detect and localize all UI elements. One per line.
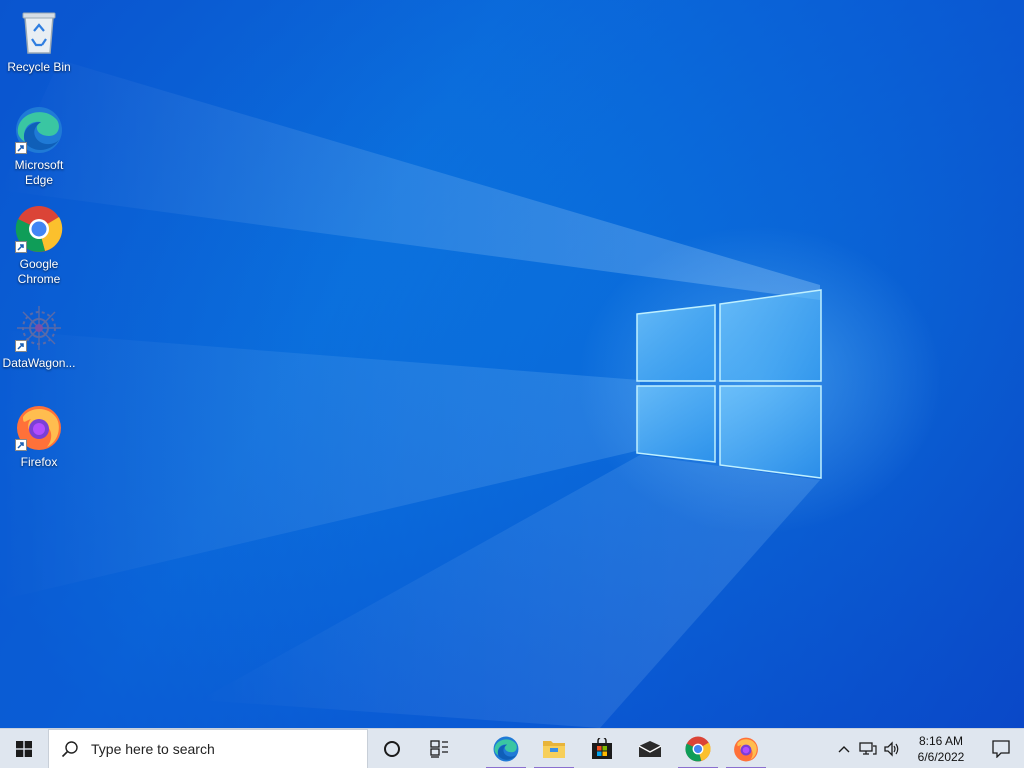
desktop-icon-label: Recycle Bin: [7, 60, 71, 74]
desktop-icon-datawagon[interactable]: DataWagon...: [1, 302, 77, 371]
desktop-icon-firefox[interactable]: Firefox: [1, 401, 77, 470]
mail-icon: [638, 740, 662, 757]
shortcut-arrow-icon: [15, 340, 27, 352]
desktop-icon-microsoft-edge[interactable]: Microsoft Edge: [1, 104, 77, 188]
action-center-icon: [992, 740, 1010, 758]
microsoft-store-icon: [592, 737, 612, 759]
clock-date: 6/6/2022: [917, 750, 965, 764]
firefox-icon: [13, 401, 65, 453]
recycle-bin-icon: [13, 6, 65, 58]
chrome-icon: [685, 736, 711, 761]
windows-logo-wallpaper: [636, 289, 822, 479]
search-input[interactable]: [91, 740, 351, 757]
network-icon: [859, 742, 877, 755]
wallpaper-light-beams: [0, 60, 822, 728]
file-explorer-icon: [543, 740, 565, 758]
clock-time: 8:16 AM: [918, 734, 964, 748]
firefox-icon: [734, 737, 758, 761]
taskbar-mail-button[interactable]: [626, 729, 674, 768]
action-center-button[interactable]: [978, 729, 1024, 768]
taskbar-firefox-button[interactable]: [722, 729, 770, 768]
desktop-icon-google-chrome[interactable]: Google Chrome: [1, 203, 77, 287]
desktop-icon-label: Microsoft Edge: [14, 158, 64, 187]
datawagon-icon: [13, 302, 65, 354]
taskbar-search-box[interactable]: [48, 728, 368, 768]
taskbar-clock[interactable]: 8:16 AM 6/6/2022: [904, 729, 978, 768]
chevron-up-icon: [838, 746, 850, 753]
desktop-icon-recycle-bin[interactable]: Recycle Bin: [1, 6, 77, 75]
volume-button[interactable]: [880, 729, 904, 768]
task-view-button[interactable]: [416, 729, 464, 768]
edge-icon: [13, 104, 65, 156]
desktop: Recycle Bin Microsoft Edge Google Chrome…: [0, 0, 1024, 728]
cortana-button[interactable]: [368, 729, 416, 768]
desktop-icon-label: Firefox: [20, 455, 58, 469]
taskbar-file-explorer-button[interactable]: [530, 729, 578, 768]
shortcut-arrow-icon: [15, 142, 27, 154]
windows-start-icon: [16, 740, 32, 757]
desktop-icon-label: Google Chrome: [17, 257, 61, 286]
chrome-icon: [13, 203, 65, 255]
shortcut-arrow-icon: [15, 439, 27, 451]
taskbar-chrome-button[interactable]: [674, 729, 722, 768]
cortana-icon: [384, 740, 400, 757]
search-icon: [61, 740, 78, 757]
system-tray: 8:16 AM 6/6/2022: [832, 729, 1024, 768]
network-button[interactable]: [856, 729, 880, 768]
task-view-icon: [430, 739, 448, 758]
taskbar: 8:16 AM 6/6/2022: [0, 728, 1024, 768]
shortcut-arrow-icon: [15, 241, 27, 253]
start-button[interactable]: [0, 729, 48, 768]
edge-icon: [493, 736, 519, 761]
taskbar-edge-button[interactable]: [482, 729, 530, 768]
show-hidden-icons-button[interactable]: [832, 729, 856, 768]
desktop-icon-label: DataWagon...: [2, 356, 76, 370]
taskbar-microsoft-store-button[interactable]: [578, 729, 626, 768]
volume-icon: [884, 741, 899, 757]
